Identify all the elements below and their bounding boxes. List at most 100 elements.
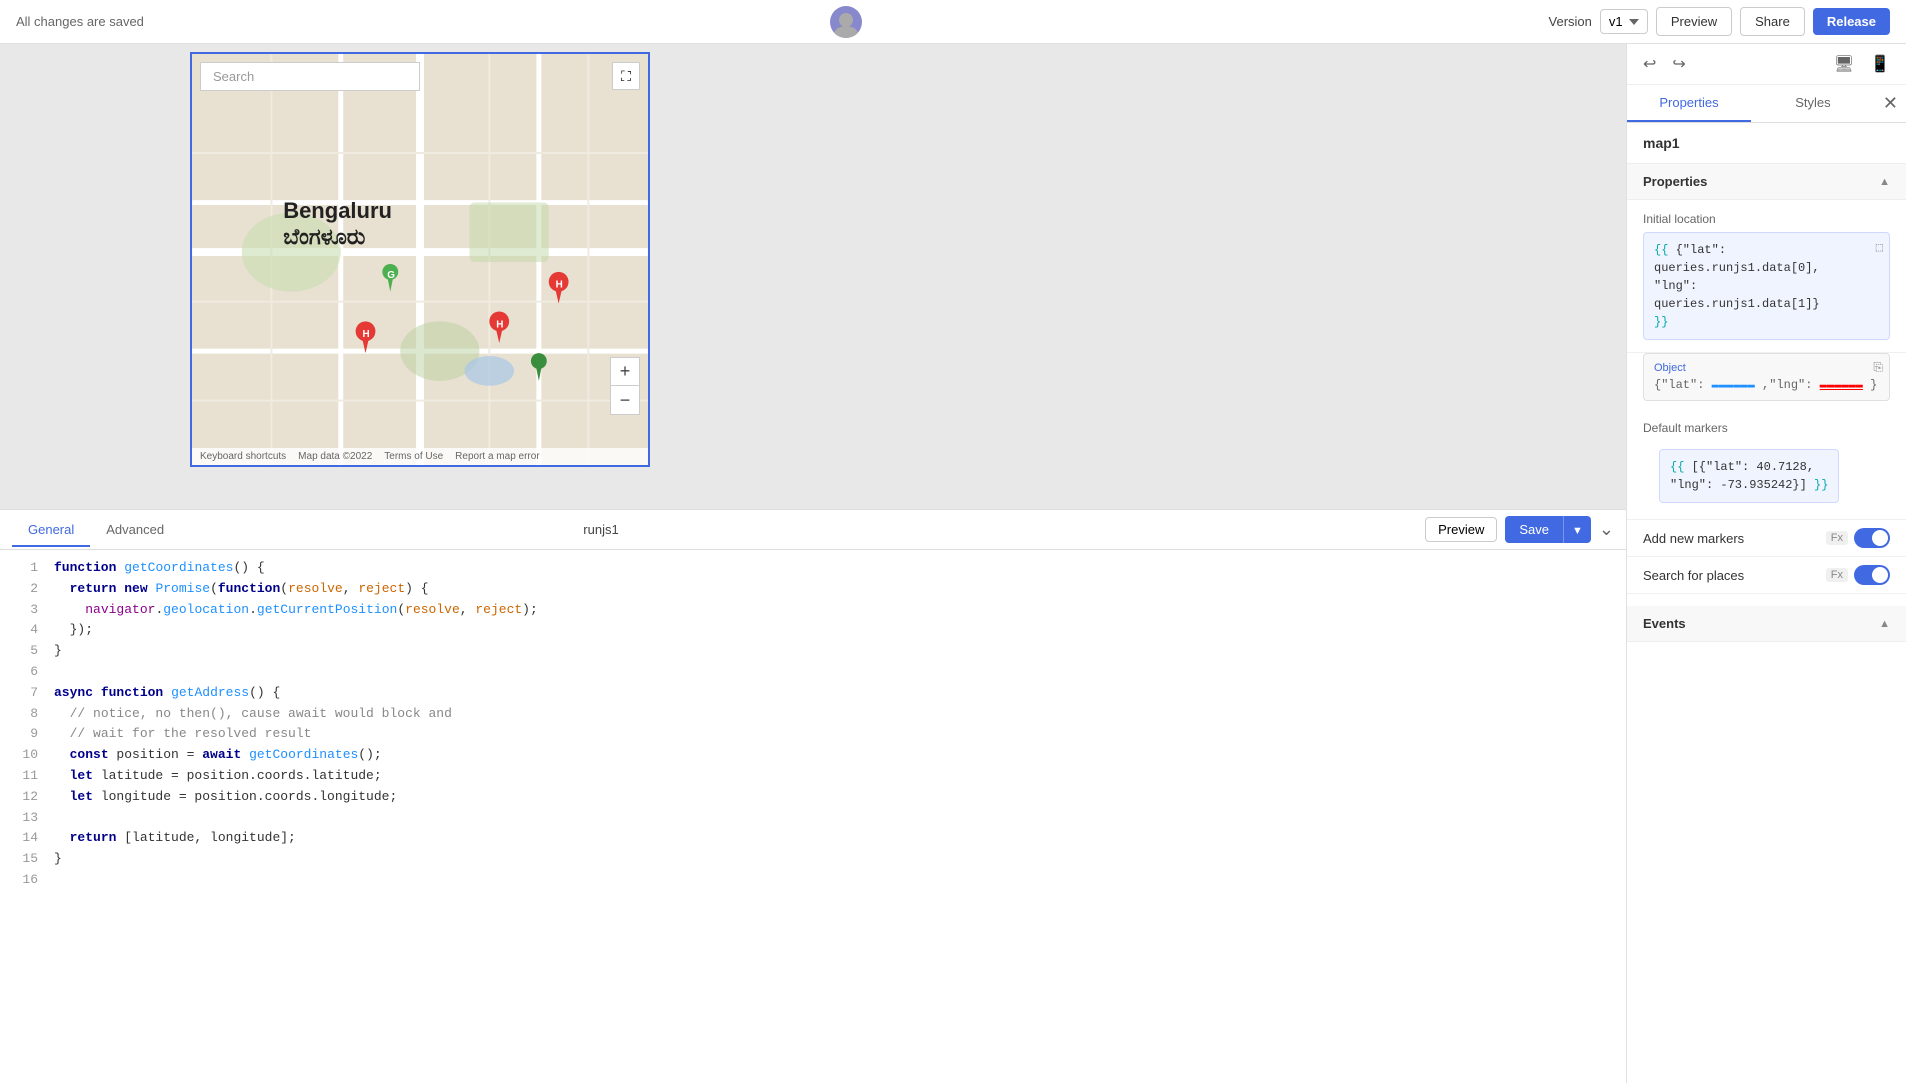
map-zoom-controls: + − [610,357,640,415]
tablet-view-button[interactable]: 📱 [1866,52,1894,76]
release-button[interactable]: Release [1813,8,1890,35]
events-section-header[interactable]: Events ▲ [1627,606,1906,642]
save-button-group: Save ▼ [1505,516,1591,543]
city-kannada: ಬೆಂಗಳೂರು [283,224,392,250]
main-layout: ⊕ MAP1 🗑 [0,44,1906,1083]
map-widget[interactable]: ⊕ MAP1 🗑 [190,52,650,467]
save-dropdown-button[interactable]: ▼ [1563,516,1591,543]
redo-button[interactable]: ↪ [1668,52,1689,76]
map-search-box[interactable]: Search [200,62,420,91]
code-line: 7 async function getAddress() { [0,683,1626,704]
search-places-toggle[interactable] [1854,565,1890,585]
desktop-view-button[interactable]: 🖥 [1830,52,1858,76]
bottom-tabs: General Advanced runjs1 Preview Save ▼ ⌄ [0,510,1626,550]
add-markers-label: Add new markers [1643,531,1744,546]
tab-advanced[interactable]: Advanced [90,514,180,547]
copy-icon[interactable]: ⎘ [1873,360,1883,375]
map-zoom-out-button[interactable]: − [611,386,639,414]
component-name-label: map1 [1627,123,1906,164]
search-places-label: Search for places [1643,568,1744,583]
tab-styles[interactable]: Styles [1751,85,1875,122]
query-name: runjs1 [583,522,618,537]
code-queries-lng: queries.runjs1.data[1]} [1654,297,1820,311]
svg-text:H: H [496,319,503,330]
map-footer: Keyboard shortcuts Map data ©2022 Terms … [192,448,648,465]
tab-properties[interactable]: Properties [1627,85,1751,122]
result-value: {"lat": ▬▬▬▬▬▬ ,"lng": ▬▬▬▬▬▬ } [1654,378,1879,392]
result-comma: ,"lng": [1762,378,1812,392]
map-footer-data: Map data ©2022 [298,451,372,462]
share-button[interactable]: Share [1740,7,1805,36]
code-line: 8 // notice, no then(), cause await woul… [0,704,1626,725]
code-line: 10 const position = await getCoordinates… [0,745,1626,766]
initial-location-code[interactable]: {{ {"lat": queries.runjs1.data[0], "lng"… [1643,232,1890,340]
canvas-area: ⊕ MAP1 🗑 [0,44,1626,1083]
collapse-button[interactable]: ⌄ [1599,519,1614,540]
default-markers-group: Default markers {{ [{"lat": 40.7128, "ln… [1627,413,1906,520]
initial-location-group: Initial location {{ {"lat": queries.runj… [1627,200,1906,353]
code-bracket-open: {{ [1654,243,1668,257]
code-line: 11 let latitude = position.coords.latitu… [0,766,1626,787]
map-zoom-in-button[interactable]: + [611,358,639,386]
result-label: Object [1654,362,1879,374]
default-markers-code[interactable]: {{ [{"lat": 40.7128, "lng": -73.935242}]… [1659,449,1839,503]
map-fullscreen-button[interactable]: ⛶ [612,62,640,90]
code-line: 5 } [0,641,1626,662]
tab-general[interactable]: General [12,514,90,547]
code-line: 14 return [latitude, longitude]; [0,828,1626,849]
code-lat-key: {"lat": [1676,243,1726,257]
search-places-fx: Fx [1826,568,1848,582]
city-english: Bengaluru [283,198,392,224]
map-placeholder: G H H H Bengaluru ಬೆಂಗಳೂರು [192,54,648,465]
code-line: 13 [0,808,1626,829]
code-editor[interactable]: 1 function getCoordinates() { 2 return n… [0,550,1626,1083]
svg-text:H: H [363,329,370,340]
version-label: Version [1549,14,1592,29]
save-button[interactable]: Save [1505,516,1563,543]
code-line: 9 // wait for the resolved result [0,724,1626,745]
map-search-placeholder: Search [213,69,254,84]
topbar: All changes are saved Version v1 Preview… [0,0,1906,44]
svg-text:G: G [387,270,395,281]
version-select[interactable]: v1 [1600,9,1648,34]
avatar[interactable] [830,6,862,38]
save-status-text: All changes are saved [16,14,144,29]
map-city-name: Bengaluru ಬೆಂಗಳೂರು [283,198,392,251]
code-lng-key: "lng": [1654,279,1697,293]
preview-button[interactable]: Preview [1656,7,1732,36]
initial-location-label: Initial location [1643,212,1890,226]
result-type: Object [1654,362,1686,374]
rp-tabs: Properties Styles ✕ [1627,85,1906,123]
result-lng-value: ▬▬▬▬▬▬ [1820,378,1863,392]
bottom-panel: General Advanced runjs1 Preview Save ▼ ⌄ [0,509,1626,1083]
code-line: 1 function getCoordinates() { [0,558,1626,579]
undo-button[interactable]: ↩ [1639,52,1660,76]
bottom-preview-button[interactable]: Preview [1425,517,1497,542]
map-footer-report: Report a map error [455,451,539,462]
result-box: Object {"lat": ▬▬▬▬▬▬ ,"lng": ▬▬▬▬▬▬ } ⎘ [1643,353,1890,401]
code-line: 15 } [0,849,1626,870]
properties-chevron-icon: ▲ [1879,176,1890,188]
right-panel: ↩ ↪ 🖥 📱 Properties Styles ✕ map1 Propert… [1626,44,1906,1083]
code-line: 2 return new Promise(function(resolve, r… [0,579,1626,600]
events-section-label: Events [1643,616,1686,631]
properties-section-header[interactable]: Properties ▲ [1627,164,1906,200]
chevron-down-icon: ▼ [1572,525,1583,537]
code-queries-lat: queries.runjs1.data[0], [1654,261,1820,275]
bottom-toolbar-right: Preview Save ▼ ⌄ [1425,516,1614,543]
external-link-icon[interactable]: ⬚ [1876,239,1883,257]
default-markers-label: Default markers [1643,421,1728,435]
code-line: 12 let longitude = position.coords.longi… [0,787,1626,808]
result-lat-label: {"lat": [1654,378,1704,392]
code-line: 4 }); [0,620,1626,641]
topbar-center [830,6,862,38]
rp-toolbar: ↩ ↪ 🖥 📱 [1627,44,1906,85]
result-lat-value: ▬▬▬▬▬▬ [1712,378,1755,392]
add-markers-toggle[interactable] [1854,528,1890,548]
map-footer-keyboard: Keyboard shortcuts [200,451,286,462]
topbar-right: Version v1 Preview Share Release [1549,7,1890,36]
add-markers-fx: Fx [1826,531,1848,545]
search-places-row: Search for places Fx [1627,557,1906,594]
close-panel-button[interactable]: ✕ [1875,85,1906,122]
save-status: All changes are saved [16,14,144,29]
